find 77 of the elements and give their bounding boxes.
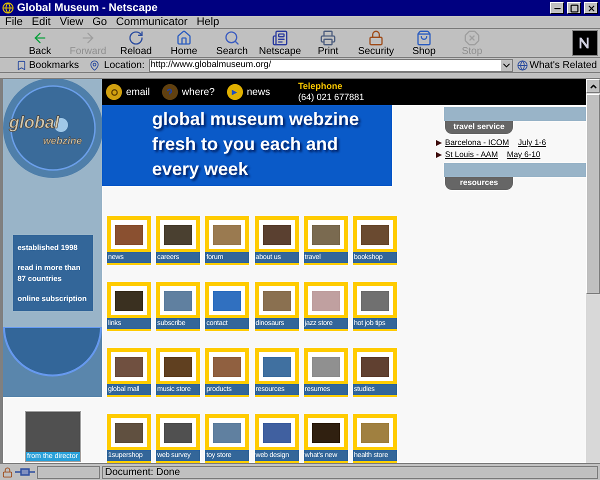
menu-item[interactable]: Communicator [116,14,188,30]
scroll-up-icon[interactable] [588,82,598,90]
photo-placeholder [213,422,242,442]
whats-related-button[interactable]: What's Related [516,58,597,72]
photo-placeholder [360,356,389,376]
window-title: Global Museum - Netscape [17,0,159,16]
photo-placeholder [164,224,192,244]
location-icon [89,60,100,70]
photo-placeholder [213,290,242,310]
printer-icon [320,30,336,46]
toolbar-button[interactable]: Reload [112,30,160,56]
globe-icon [516,60,528,70]
top-link[interactable]: news [226,84,270,100]
photo-placeholder [26,412,80,452]
shopping-bag-icon [416,30,432,46]
event-link[interactable]: St Louis - AAM May 6-10 [436,149,586,160]
lock-icon [368,30,384,46]
photo-placeholder [262,356,290,376]
toolbar-button[interactable]: Security [352,30,400,56]
reload-icon [128,30,144,46]
location-label: Location: [104,58,145,72]
toolbar-button[interactable]: Netscape [256,30,304,56]
toolbar-button[interactable]: Back [16,30,64,56]
photo-placeholder [213,224,242,244]
photo-placeholder [312,290,340,310]
scrollbar[interactable] [586,79,600,463]
bookmarks-button[interactable]: Bookmarks [16,58,80,72]
photo-placeholder [164,422,192,442]
menu-item[interactable]: Help [196,14,220,30]
minimize-button[interactable] [550,2,564,14]
photo-placeholder [360,224,389,244]
photo-placeholder [312,224,340,244]
stop-icon [464,30,480,46]
home-icon [176,30,192,46]
toolbar-button[interactable]: Shop [400,30,448,56]
menu-item[interactable]: File [5,14,23,30]
photo-placeholder [115,356,143,376]
top-link[interactable]: email [106,84,150,100]
forward-arrow-icon [80,30,96,46]
question-mark-icon [162,84,178,100]
photo-placeholder [262,422,290,442]
status-panel [37,466,100,478]
toolbar-button[interactable]: Home [160,30,208,56]
toolbar-button[interactable]: Print [304,30,352,56]
photo-placeholder [115,290,143,310]
maximize-button[interactable] [567,2,581,14]
photo-placeholder [262,224,290,244]
photo-placeholder [262,290,290,310]
top-link[interactable]: where? [162,84,215,100]
photo-placeholder [360,290,389,310]
connection-plug-icon[interactable] [15,467,35,477]
banner: global museum webzine fresh to you each and every week [102,105,392,186]
status-text: Document: Done [102,466,598,478]
close-button[interactable] [584,2,598,14]
lock-icon[interactable] [2,466,13,478]
photo-placeholder [115,224,143,244]
newspaper-icon [272,30,288,46]
url-field[interactable]: http://www.globalmuseum.org/ [148,58,512,72]
photo-placeholder [312,422,340,442]
search-icon [224,30,240,46]
app-icon [2,2,14,14]
photo-placeholder [115,422,143,442]
menu-item[interactable]: Go [92,14,108,30]
telephone-number: (64) 021 677881 [298,92,364,103]
close-icon [586,4,596,12]
bookmark-icon [16,60,27,70]
menu-item[interactable]: View [60,14,84,30]
photo-placeholder [360,422,389,442]
photo-placeholder [164,356,192,376]
photo-placeholder [213,356,242,376]
event-link[interactable]: Barcelona - ICOM July 1-6 [436,137,586,148]
photo-placeholder [312,356,340,376]
menu-item[interactable]: Edit [32,14,51,30]
photo-placeholder [164,290,192,310]
toolbar-button[interactable]: Search [208,30,256,56]
telephone-label: Telephone [298,81,344,92]
maximize-icon [570,4,578,12]
